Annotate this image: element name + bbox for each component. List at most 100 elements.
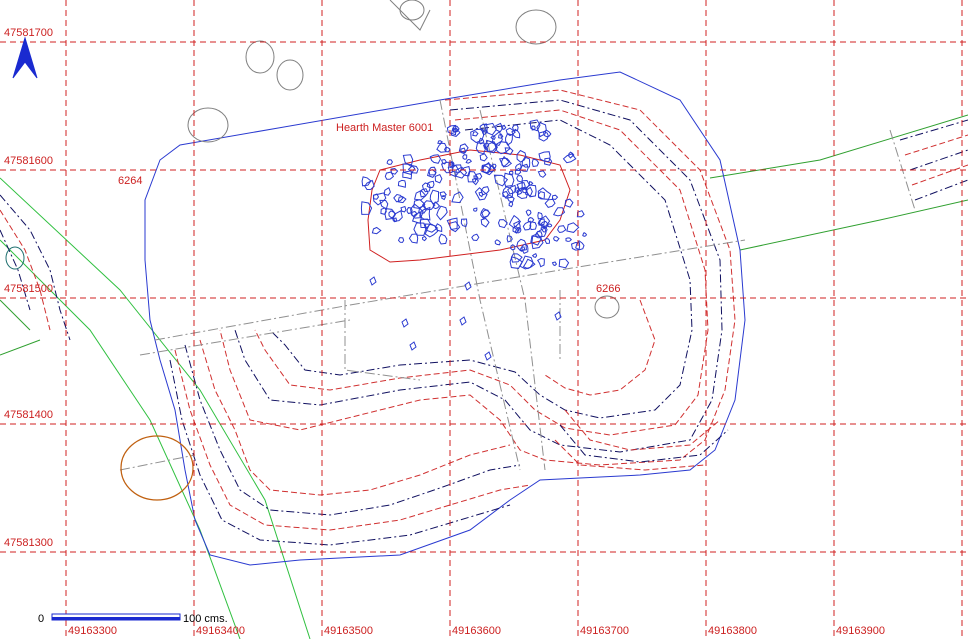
stone	[515, 9, 557, 45]
northing-labels: 47581700 47581600 47581500 47581400 47581300	[4, 27, 53, 549]
easting-label: 49163500	[324, 625, 373, 637]
easting-label: 49163900	[836, 625, 885, 637]
easting-label: 49163700	[580, 625, 629, 637]
hearth-stone	[479, 153, 488, 162]
coordinate-grid	[0, 0, 968, 639]
hearth-stone	[438, 233, 448, 245]
hearth-stone	[421, 235, 428, 242]
easting-label: 49163400	[196, 625, 245, 637]
hearth-stone	[446, 124, 457, 136]
trench-outline	[144, 71, 746, 566]
hearth-stone	[369, 276, 377, 286]
right-section-lines	[709, 114, 968, 251]
hearth-stone	[472, 131, 479, 137]
north-arrow-icon	[12, 36, 38, 79]
hearth-stone	[536, 257, 545, 268]
hearth-stone	[383, 186, 391, 196]
hearth-stone	[400, 205, 407, 213]
green-section-line	[0, 339, 41, 356]
hearth-stone	[436, 205, 448, 221]
easting-label: 49163300	[68, 625, 117, 637]
hearth-stone	[557, 225, 567, 234]
hearth-stone	[536, 122, 547, 138]
hearth-stone	[402, 154, 414, 168]
hearth-stone	[535, 230, 543, 239]
hearth-stone	[467, 170, 477, 183]
stone	[399, 0, 425, 21]
northing-label: 47581400	[4, 409, 53, 421]
hearth-stone	[537, 211, 543, 220]
northing-label: 47581600	[4, 155, 53, 167]
hearth-stone	[527, 217, 535, 223]
green-section-line	[0, 299, 31, 331]
hearth-stone	[508, 200, 514, 208]
green-section-line	[739, 199, 968, 251]
hearth-stone	[531, 253, 538, 258]
hearth-stone	[480, 217, 490, 228]
hearth-stone	[397, 237, 405, 243]
pit-feature	[120, 435, 194, 501]
hearth-label: Hearth Master 6001	[336, 122, 433, 134]
hearth-stone	[402, 170, 413, 180]
hearth-stone	[371, 226, 382, 235]
hearth-stone	[553, 236, 560, 242]
hearth-stone	[429, 154, 442, 164]
hearth-stone	[384, 171, 395, 180]
hearth-stone	[408, 233, 419, 244]
hearth-stone	[551, 261, 558, 267]
hearth-stone	[473, 207, 478, 212]
hearth-stone	[379, 199, 389, 210]
site-plan-map: 47581700 47581600 47581500 47581400 47581300…	[0, 0, 968, 639]
hearth-stone	[397, 179, 407, 188]
stone	[594, 295, 620, 319]
hearth-stone	[470, 128, 485, 144]
hearth-stone	[494, 239, 501, 246]
hearth-stone	[386, 159, 393, 165]
hearth-stone	[507, 193, 515, 203]
hearth-stone	[451, 191, 464, 204]
hearth-stone	[544, 237, 551, 245]
hearth-stone	[434, 173, 443, 184]
context-label-6264: 6264	[118, 175, 142, 187]
hearth-stone	[564, 198, 574, 208]
hearth-stone	[409, 341, 417, 351]
teal-feature	[5, 246, 25, 270]
scattered-stones	[187, 0, 620, 319]
hearth-stone	[471, 233, 480, 242]
hearth-stone	[565, 237, 573, 242]
hearth-stone	[508, 170, 514, 175]
northing-label: 47581700	[4, 27, 53, 39]
hearth-stone	[465, 158, 473, 164]
hearth-stone	[503, 172, 515, 187]
hearth-stone	[544, 198, 556, 208]
green-section-line	[0, 239, 241, 639]
hearth-stone	[525, 209, 532, 217]
easting-label: 49163600	[452, 625, 501, 637]
hearth-stone	[551, 194, 559, 201]
context-label-6266: 6266	[596, 283, 620, 295]
easting-labels: 49163300 49163400 49163500 49163600 49163700…	[68, 625, 885, 637]
stone	[276, 59, 304, 91]
hearth-stone	[582, 232, 588, 237]
plan-drawing: 47581700 47581600 47581500 47581400 47581300…	[0, 0, 968, 639]
scale-end-label: 100 cms.	[183, 613, 228, 625]
green-section-line	[709, 114, 968, 179]
hearth-stone	[373, 193, 380, 200]
hearth-stone	[537, 170, 547, 178]
hearth-stone	[566, 222, 580, 233]
hearth-stones	[360, 119, 588, 361]
hearth-stone	[459, 316, 467, 326]
hearth-stone	[531, 158, 540, 168]
stone	[245, 40, 275, 74]
hearth-stone	[426, 180, 435, 189]
hearth-stone	[464, 281, 472, 291]
hearth-stone	[462, 154, 468, 160]
scale-start-label: 0	[38, 613, 44, 625]
hearth-stone	[558, 258, 570, 269]
northing-label: 47581500	[4, 283, 53, 295]
stone	[389, 0, 431, 31]
hearth-stone	[413, 222, 427, 236]
hearth-stone	[481, 209, 490, 219]
hearth-stone	[401, 318, 409, 328]
hearth-stone	[484, 351, 492, 361]
